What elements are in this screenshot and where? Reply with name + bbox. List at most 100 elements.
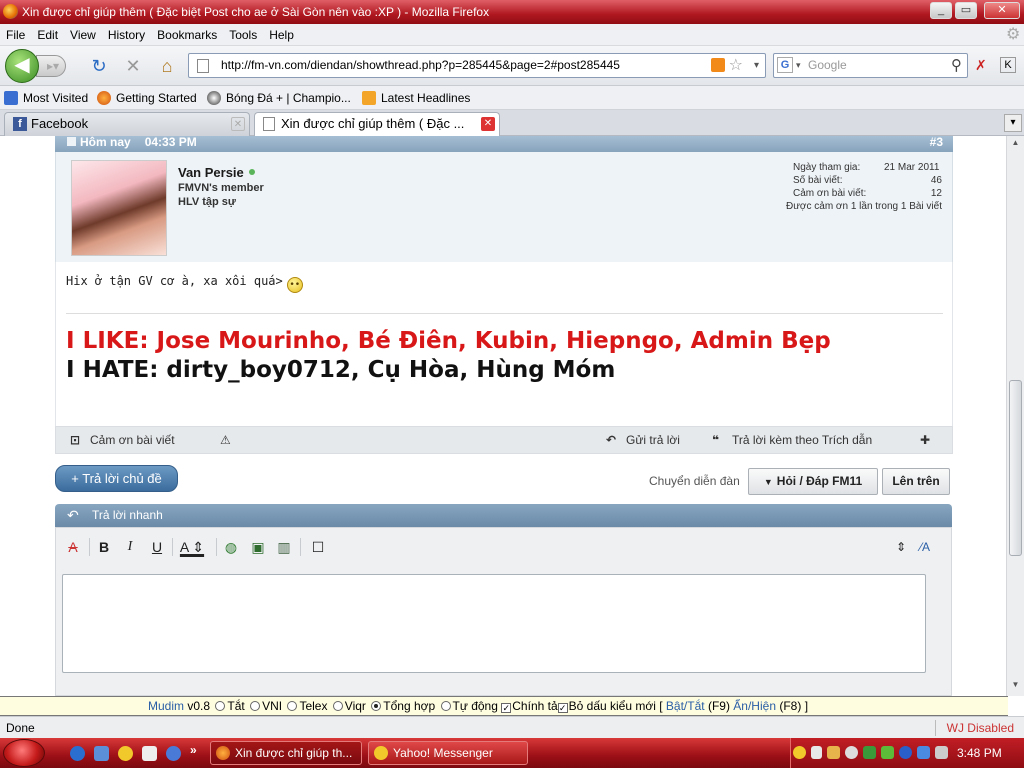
menu-edit[interactable]: Edit: [31, 24, 64, 46]
dropdown-arrow-icon[interactable]: ▾: [754, 54, 759, 77]
url-text: http://fm-vn.com/diendan/showthread.php?…: [221, 58, 620, 72]
reply-thread-button[interactable]: + Trả lời chủ đề: [55, 465, 178, 492]
tab-active-thread[interactable]: Xin được chỉ giúp thêm ( Đặc ... ✕: [254, 112, 500, 137]
multi-quote-icon[interactable]: ✚: [920, 427, 930, 453]
taskbar-firefox[interactable]: Xin được chỉ giúp th...: [210, 741, 362, 765]
quote-icon[interactable]: ☐: [309, 538, 327, 556]
menu-bookmarks[interactable]: Bookmarks: [151, 24, 223, 46]
tray-bluetooth-icon[interactable]: [899, 746, 912, 759]
window-switcher-icon[interactable]: [142, 746, 157, 761]
scroll-up-icon[interactable]: ▲: [1009, 138, 1022, 151]
thanks-count-label: Cảm ơn bài viết:: [793, 188, 867, 199]
forward-button[interactable]: ▸▾: [36, 55, 66, 77]
report-button[interactable]: ⚠: [220, 427, 240, 453]
link-icon[interactable]: ◍: [222, 538, 240, 556]
mudim-hide-link[interactable]: Ẩn/Hiện: [733, 699, 776, 713]
menu-tools[interactable]: Tools: [223, 24, 263, 46]
toolbar-extra-icon[interactable]: K: [1000, 57, 1016, 73]
bookmark-most-visited[interactable]: Most Visited: [4, 86, 88, 110]
addon-icon[interactable]: ✗: [975, 57, 991, 73]
bold-icon[interactable]: B: [95, 538, 113, 556]
thanks-button[interactable]: ⊡ Cảm ơn bài viết: [70, 427, 175, 453]
underline-icon[interactable]: U: [148, 538, 166, 556]
tab-close-icon[interactable]: ✕: [231, 117, 245, 131]
post-message: Hix ở tận GV cơ à, xa xôi quá> ••: [66, 274, 303, 293]
menu-history[interactable]: History: [102, 24, 151, 46]
italic-icon[interactable]: I: [121, 538, 139, 556]
image-icon[interactable]: ▣: [249, 538, 267, 556]
quicklaunch-expand-icon[interactable]: »: [190, 743, 197, 757]
home-icon[interactable]: ⌂: [156, 55, 178, 77]
ie-icon[interactable]: [70, 746, 85, 761]
stop-icon[interactable]: ✕: [122, 55, 144, 77]
resize-icon[interactable]: ⇕: [892, 538, 910, 556]
tray-update-icon[interactable]: [881, 746, 894, 759]
forum-jump-label: Chuyển diễn đàn: [649, 474, 740, 488]
status-addon-text[interactable]: WJ Disabled: [947, 717, 1014, 739]
radio-combo-selected[interactable]: [371, 701, 382, 711]
mudim-name[interactable]: Mudim: [148, 699, 184, 713]
tab-facebook[interactable]: f Facebook ✕: [4, 112, 250, 136]
address-bar[interactable]: http://fm-vn.com/diendan/showthread.php?…: [188, 53, 766, 78]
menu-file[interactable]: File: [0, 24, 31, 46]
username-link[interactable]: Van Persie: [178, 165, 255, 180]
system-tray: 3:48 PM: [790, 738, 1024, 768]
tab-close-icon[interactable]: ✕: [481, 117, 495, 131]
tray-volume-icon[interactable]: [935, 746, 948, 759]
bookmark-latest-headlines[interactable]: Latest Headlines: [362, 86, 470, 110]
tray-security-icon[interactable]: [863, 746, 876, 759]
tray-clock-icon[interactable]: [917, 746, 930, 759]
close-window-button[interactable]: ✕: [984, 2, 1020, 19]
google-icon[interactable]: G: [777, 57, 793, 73]
remove-format-icon[interactable]: A: [64, 538, 82, 556]
radio-viqr[interactable]: [332, 701, 343, 711]
radio-auto[interactable]: [440, 701, 451, 711]
menu-help[interactable]: Help: [263, 24, 300, 46]
video-icon[interactable]: ▥: [275, 538, 293, 556]
back-to-top-button[interactable]: Lên trên: [882, 468, 950, 495]
quote-reply-button[interactable]: ❝ Trả lời kèm theo Trích dẫn: [712, 427, 872, 453]
messenger-smiley-icon[interactable]: [118, 746, 133, 761]
spellcheck-checkbox[interactable]: ✓: [501, 703, 512, 713]
forum-jump-select[interactable]: ▼ Hỏi / Đáp FM11: [748, 468, 878, 495]
explorer-icon[interactable]: [94, 746, 109, 761]
radio-off[interactable]: [215, 701, 226, 711]
scroll-down-icon[interactable]: ▼: [1009, 680, 1022, 693]
mudim-toggle-link[interactable]: Bật/Tắt: [666, 699, 705, 713]
back-button[interactable]: ◀: [5, 49, 39, 83]
avatar[interactable]: [71, 160, 167, 256]
tray-chat-icon[interactable]: [827, 746, 840, 759]
reply-button[interactable]: ↶ Gửi trả lời: [606, 427, 680, 453]
taskbar-yahoo-messenger[interactable]: Yahoo! Messenger: [368, 741, 528, 765]
font-color-icon[interactable]: A ⇕: [178, 538, 206, 556]
switch-editor-icon[interactable]: ⁄A: [916, 538, 934, 556]
minimize-button[interactable]: _: [930, 2, 952, 19]
search-engine-dropdown-icon[interactable]: ▾: [796, 54, 801, 77]
tab-list-button[interactable]: ▾: [1004, 114, 1022, 132]
search-box[interactable]: G ▾ Google ⚲: [773, 53, 968, 78]
tray-shield-icon[interactable]: [811, 746, 822, 759]
quick-reply-textarea[interactable]: [62, 574, 926, 673]
tray-network-icon[interactable]: [845, 746, 858, 759]
menu-view[interactable]: View: [64, 24, 102, 46]
scrollbar-thumb[interactable]: [1009, 380, 1022, 556]
bookmark-getting-started[interactable]: Getting Started: [97, 86, 197, 110]
star-icon[interactable]: ☆: [729, 54, 743, 77]
post-number[interactable]: #3: [930, 136, 943, 148]
maximize-button[interactable]: ▭: [955, 2, 977, 19]
taskbar-clock[interactable]: 3:48 PM: [957, 746, 1002, 760]
page-scrollbar[interactable]: ▲ ▼: [1006, 136, 1024, 696]
rss-icon[interactable]: [711, 58, 725, 72]
media-player-icon[interactable]: [166, 746, 181, 761]
accent-checkbox[interactable]: ✓: [557, 703, 568, 713]
tray-yahoo-icon[interactable]: [793, 746, 806, 759]
start-button[interactable]: [3, 739, 45, 767]
radio-vni[interactable]: [250, 701, 261, 711]
reload-icon[interactable]: ↻: [88, 55, 110, 77]
status-bar: Done WJ Disabled: [0, 716, 1024, 738]
radio-telex[interactable]: [287, 701, 298, 711]
menu-bar: File Edit View History Bookmarks Tools Help ⚙: [0, 24, 1024, 46]
search-icon[interactable]: ⚲: [951, 54, 962, 77]
toolbar-separator: [172, 538, 173, 556]
bookmark-bongda[interactable]: Bóng Đá + | Champio...: [207, 86, 351, 110]
